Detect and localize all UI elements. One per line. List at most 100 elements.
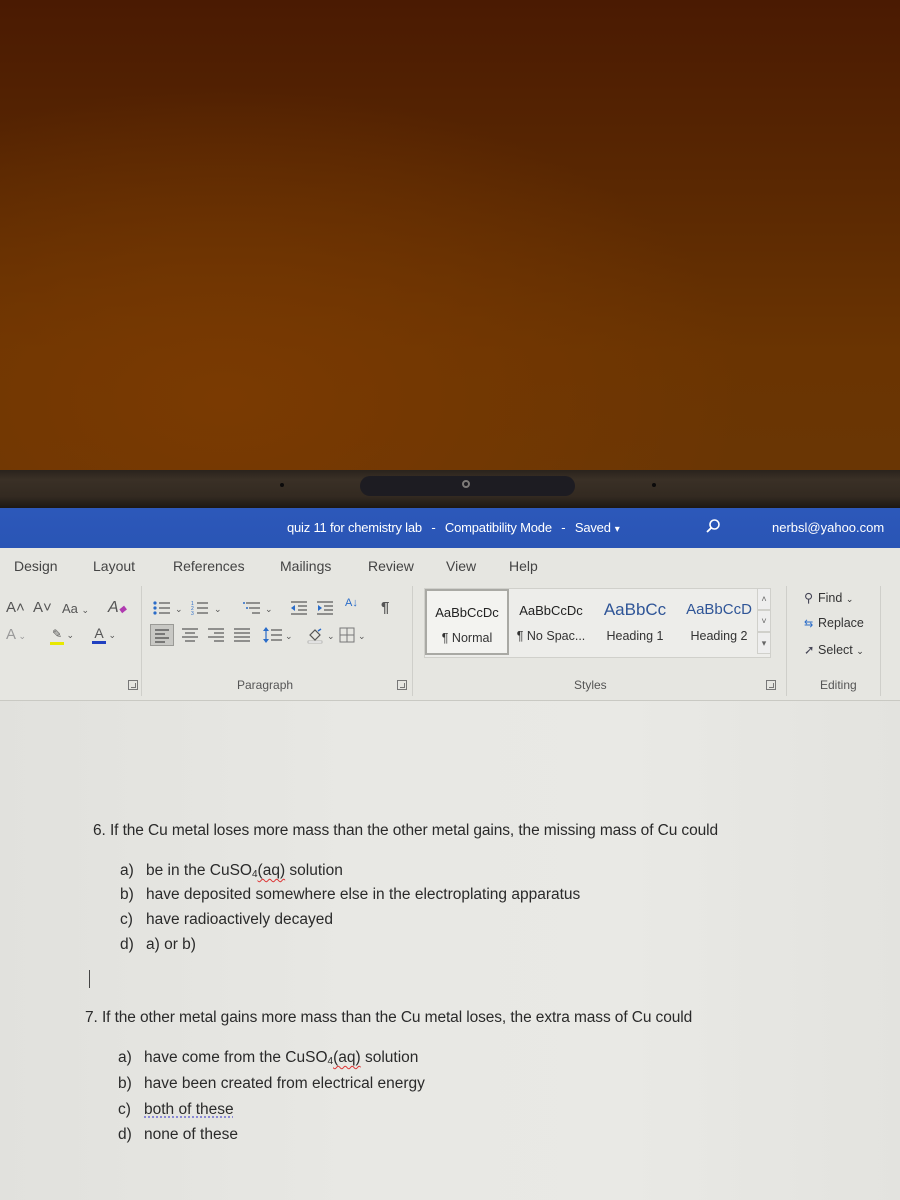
spelling-flag[interactable]: (aq) [333, 1049, 361, 1066]
tab-references[interactable]: References [173, 558, 245, 574]
scroll-down-icon[interactable]: ˅ [757, 610, 771, 632]
multilevel-list-icon[interactable] [243, 600, 263, 616]
find-label: Find [818, 591, 843, 605]
style-name: Heading 1 [606, 629, 664, 643]
tab-view[interactable]: View [446, 558, 476, 574]
style-sample: AaBbCcDc [519, 603, 583, 618]
change-case-button[interactable]: Aa ⌄ [62, 601, 89, 618]
shading-icon[interactable] [306, 626, 324, 644]
more-styles-icon[interactable]: ▾ [757, 632, 771, 654]
chevron-down-icon[interactable]: ⌄ [265, 601, 273, 617]
paragraph-dialog-launcher[interactable] [397, 680, 407, 690]
font-color-button[interactable]: A ⌄ [92, 625, 116, 644]
tab-design[interactable]: Design [14, 558, 58, 574]
chevron-down-icon[interactable]: ⌄ [285, 628, 293, 644]
line-spacing-icon[interactable] [263, 627, 283, 643]
grow-font-button[interactable]: A˄ [6, 600, 25, 616]
option-text: a) or b) [146, 936, 196, 953]
search-icon[interactable] [705, 518, 721, 534]
find-button[interactable]: ⚲ Find ⌄ [804, 590, 853, 605]
style-sample: AaBbCcD [686, 601, 752, 618]
align-right-icon[interactable] [207, 627, 225, 643]
account-name[interactable]: nerbsl@yahoo.com [772, 520, 884, 535]
background-wall [0, 0, 900, 470]
title-separator: - [431, 520, 436, 535]
window-title[interactable]: quiz 11 for chemistry lab - Compatibilit… [287, 520, 626, 535]
borders-icon[interactable] [339, 627, 355, 643]
style-name: ¶ No Spac... [516, 629, 586, 643]
option-label: a) [118, 1049, 132, 1066]
align-center-icon[interactable] [181, 627, 199, 643]
grammar-flag[interactable]: both of these [144, 1101, 234, 1118]
tab-review[interactable]: Review [368, 558, 414, 574]
group-divider [141, 586, 142, 696]
chevron-down-icon[interactable]: ⌄ [214, 601, 222, 617]
text-effects-button[interactable]: A ⌄ [6, 627, 26, 644]
font-dialog-launcher[interactable] [128, 680, 138, 690]
bezel-sensor [652, 483, 656, 487]
style-name: Heading 2 [690, 629, 748, 643]
chevron-down-icon: ⌄ [856, 646, 864, 656]
styles-group-label: Styles [574, 678, 607, 692]
highlight-button[interactable]: ✎ ⌄ [50, 625, 74, 645]
question-number: 7. [85, 1009, 98, 1026]
ribbon: Design Layout References Mailings Review… [0, 548, 900, 701]
chevron-down-icon[interactable]: ▾ [615, 524, 620, 535]
group-divider [412, 586, 413, 696]
option-text: solution [360, 1049, 419, 1066]
bullets-icon[interactable] [153, 600, 173, 616]
option-label: d) [118, 1126, 132, 1143]
select-button[interactable]: ➚ Select ⌄ [804, 642, 864, 657]
option-label: a) [120, 862, 134, 879]
option-label: b) [120, 886, 134, 903]
align-left-button[interactable] [150, 624, 174, 646]
option-text: have come from the CuSO [144, 1049, 328, 1066]
option-label: c) [118, 1101, 131, 1118]
clear-formatting-icon[interactable]: A◆ [108, 600, 126, 618]
question-number: 6. [93, 822, 106, 839]
document-name: quiz 11 for chemistry lab [287, 520, 422, 535]
webcam-icon [462, 480, 470, 488]
style-heading-1[interactable]: AaBbCc Heading 1 [593, 589, 677, 655]
compatibility-mode: Compatibility Mode [444, 520, 552, 535]
sort-icon[interactable]: A↓ [345, 597, 358, 609]
group-divider [880, 586, 881, 696]
text-effects-glyph: A [6, 626, 17, 643]
shrink-font-button[interactable]: A˅ [33, 600, 52, 616]
answer-option: d) none of these [118, 1126, 238, 1144]
style-normal[interactable]: AaBbCcDc ¶ Normal [425, 589, 509, 655]
question-text: 7. If the other metal gains more mass th… [85, 1009, 692, 1027]
chevron-down-icon[interactable]: ⌄ [327, 628, 335, 644]
option-label: d) [120, 936, 134, 953]
bezel-sensor [280, 483, 284, 487]
title-separator: - [561, 520, 566, 535]
spelling-flag[interactable]: (aq) [258, 862, 286, 879]
increase-indent-icon[interactable] [316, 600, 334, 616]
cursor-arrow-icon: ➚ [804, 643, 815, 657]
chevron-down-icon: ⌄ [16, 631, 27, 641]
search-icon: ⚲ [804, 591, 814, 605]
option-text: have been created from electrical energy [144, 1075, 425, 1092]
replace-button[interactable]: ⇆ Replace [804, 616, 864, 630]
style-no-spacing[interactable]: AaBbCcDc ¶ No Spac... [509, 589, 593, 655]
justify-icon[interactable] [233, 627, 251, 643]
tab-mailings[interactable]: Mailings [280, 558, 331, 574]
chevron-down-icon: ⌄ [845, 594, 854, 604]
styles-dialog-launcher[interactable] [766, 680, 776, 690]
tab-layout[interactable]: Layout [93, 558, 135, 574]
chevron-down-icon[interactable]: ⌄ [358, 628, 366, 644]
styles-gallery-scroll: ˄ ˅ ▾ [757, 588, 771, 656]
tab-help[interactable]: Help [509, 558, 538, 574]
highlighter-icon: ✎ [50, 626, 64, 645]
numbering-icon[interactable]: 123 [191, 600, 211, 616]
style-heading-2[interactable]: AaBbCcD Heading 2 [677, 589, 761, 655]
style-sample: AaBbCc [603, 600, 667, 619]
scroll-up-icon[interactable]: ˄ [757, 588, 771, 610]
question-stem: If the other metal gains more mass than … [101, 1009, 693, 1026]
answer-option: b) have deposited somewhere else in the e… [120, 886, 580, 904]
show-formatting-icon[interactable]: ¶ [381, 600, 389, 616]
decrease-indent-icon[interactable] [290, 600, 308, 616]
style-name: ¶ Normal [441, 631, 493, 645]
sort-az-glyph: A↓ [345, 597, 358, 609]
chevron-down-icon[interactable]: ⌄ [175, 601, 183, 617]
